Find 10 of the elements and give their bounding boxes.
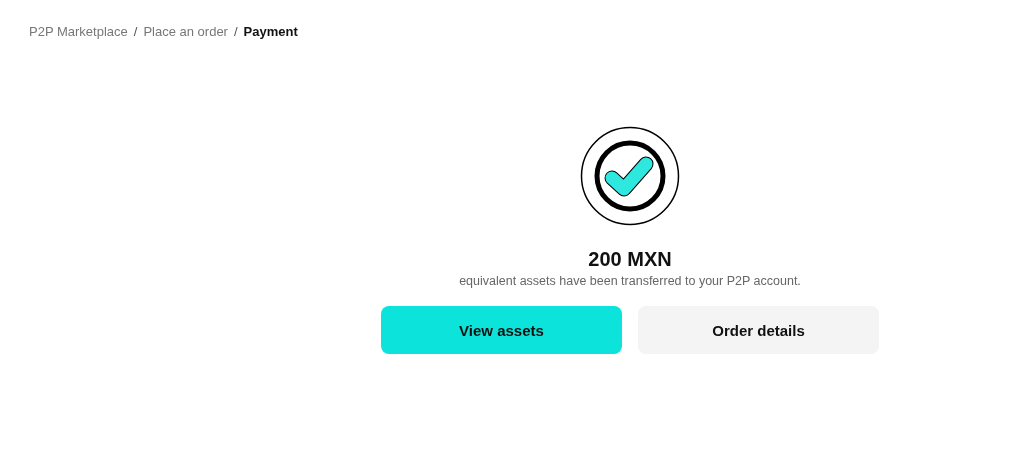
amount: 200 MXN [588,247,672,271]
breadcrumb-separator: / [233,23,238,39]
order-details-button[interactable]: Order details [638,306,879,354]
transfer-message: equivalent assets have been transferred to your P2P account. [459,273,801,289]
breadcrumb-separator: / [133,23,138,39]
success-check-icon [580,126,680,226]
view-assets-button[interactable]: View assets [381,306,622,354]
breadcrumb-link[interactable]: P2P Marketplace [29,23,128,39]
current-page-title: Payment [243,23,298,39]
breadcrumb-link[interactable]: Place an order [143,23,228,39]
